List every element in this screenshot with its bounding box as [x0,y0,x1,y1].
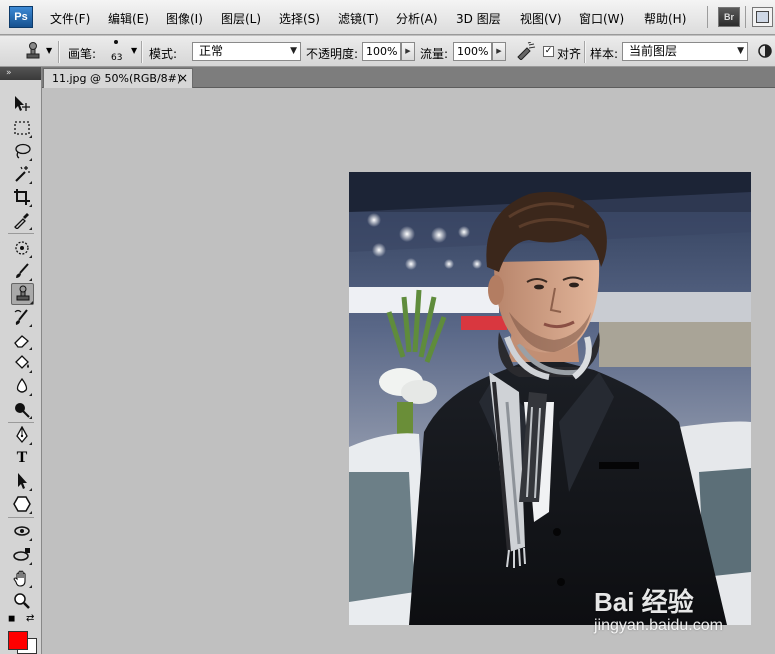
document-tab[interactable]: 11.jpg @ 50%(RGB/8#) × [43,68,193,88]
brush-size-value: 63 [111,53,123,63]
menu-analysis[interactable]: 分析(A) [396,10,438,27]
lasso-tool-icon[interactable] [12,141,32,161]
tool-flyout-icon [29,347,32,350]
sample-label: 样本: [590,47,619,61]
spot-healing-tool-icon[interactable] [12,238,32,258]
preset-dropdown-arrow-icon[interactable]: ▼ [46,46,52,55]
magic-wand-tool-icon[interactable] [12,164,32,184]
menu-bar: Ps 文件(F) 编辑(E) 图像(I) 图层(L) 选择(S) 滤镜(T) 分… [0,0,775,35]
brush-label: 画笔: [68,47,97,61]
menu-3d[interactable]: 3D 图层 [456,10,501,27]
tool-flyout-icon [29,158,32,161]
tool-flyout-icon [29,488,32,491]
close-icon[interactable]: × [178,71,188,85]
aligned-checkbox[interactable]: ✓ [543,46,554,57]
screen-mode-icon[interactable] [752,7,773,27]
shape-tool-icon[interactable] [12,494,32,514]
3d-rotate-tool-icon[interactable] [12,521,32,541]
marquee-tool-icon[interactable] [12,118,32,138]
zoom-tool-icon[interactable] [12,591,32,611]
default-colors-icon[interactable]: ◼ [8,614,15,624]
tool-flyout-icon [29,181,32,184]
history-brush-tool-icon[interactable] [12,307,32,327]
menu-file[interactable]: 文件(F) [50,10,90,27]
crop-tool-icon[interactable] [12,187,32,207]
bridge-button[interactable]: Br [718,7,740,27]
flow-input[interactable]: 100% [453,42,492,61]
eyedropper-tool-icon[interactable] [12,210,32,230]
opacity-input[interactable]: 100% [362,42,401,61]
sample-select[interactable]: 当前图层 ▼ [622,42,748,61]
opacity-label: 不透明度: [306,47,359,61]
move-tool-icon[interactable] [12,94,32,114]
tool-flyout-icon [29,538,32,541]
swap-colors-icon[interactable]: ⇄ [26,613,34,624]
3d-orbit-tool-icon[interactable] [12,545,32,565]
dodge-tool-icon[interactable] [12,399,32,419]
tool-flyout-icon [29,227,32,230]
tool-flyout-icon [29,511,32,514]
clone-stamp-tool-icon[interactable] [11,283,34,305]
chevron-down-icon: ▼ [737,46,744,56]
tool-flyout-icon [29,324,32,327]
brush-tool-icon[interactable] [12,261,32,281]
menu-help[interactable]: 帮助(H) [644,10,686,27]
menu-edit[interactable]: 编辑(E) [108,10,149,27]
toolbox-collapse-icon[interactable]: » [0,67,41,80]
sample-value: 当前图层 [629,44,678,58]
ignore-adjustment-layers-icon[interactable] [756,41,774,64]
toolbox-divider [8,517,34,518]
watermark-url: jingyan.baidu.com [594,617,723,634]
flow-label: 流量: [420,47,449,61]
tool-flyout-icon [29,393,32,396]
chevron-down-icon: ▼ [290,46,297,56]
document-tab-title: 11.jpg @ 50%(RGB/8#) [52,72,182,85]
tool-flyout-icon [29,416,32,419]
eraser-tool-icon[interactable] [12,330,32,350]
opacity-slider-toggle[interactable]: ▶ [401,42,415,61]
options-divider [584,41,586,63]
menu-window[interactable]: 窗口(W) [579,10,624,27]
menu-image[interactable]: 图像(I) [166,10,203,27]
tool-flyout-icon [29,204,32,207]
pen-tool-icon[interactable] [12,425,32,445]
tool-flyout-icon [29,135,32,138]
mode-select[interactable]: 正常 ▼ [192,42,301,61]
paint-bucket-tool-icon[interactable] [12,353,32,373]
foreground-color-swatch[interactable] [8,631,28,650]
toolbox-divider [8,233,34,234]
clone-stamp-preset-icon[interactable] [22,41,44,64]
airbrush-icon[interactable] [515,41,537,63]
tool-flyout-icon [29,370,32,373]
hand-tool-icon[interactable] [12,568,32,588]
photoshop-logo: Ps [9,6,33,28]
tool-flyout-icon [29,442,32,445]
options-divider [141,41,143,63]
path-selection-tool-icon[interactable] [12,471,32,491]
menu-view[interactable]: 视图(V) [520,10,562,27]
tool-flyout-icon [29,562,32,565]
tool-flyout-icon [30,301,33,304]
watermark-logo: Bai 经验 [594,587,694,617]
flow-slider-toggle[interactable]: ▶ [492,42,506,61]
tool-flyout-icon [29,278,32,281]
document-canvas-image[interactable] [349,172,751,625]
tool-flyout-icon [29,255,32,258]
mode-label: 模式: [149,47,178,61]
menu-filter[interactable]: 滤镜(T) [338,10,379,27]
baidu-jingyan-watermark: Bai 经验 [594,582,694,619]
brush-preview-icon[interactable] [114,40,118,44]
blur-tool-icon[interactable] [12,376,32,396]
menu-select[interactable]: 选择(S) [279,10,320,27]
menu-layer[interactable]: 图层(L) [221,10,261,27]
menu-divider [745,6,746,28]
aligned-label: 对齐 [557,47,582,61]
brush-dropdown-arrow-icon[interactable]: ▼ [131,46,137,55]
mode-value: 正常 [199,44,224,58]
options-divider [58,41,60,63]
toolbox-divider [8,422,34,423]
menu-divider [707,6,708,28]
tool-flyout-icon [29,585,32,588]
type-tool-icon[interactable]: T [12,448,32,468]
